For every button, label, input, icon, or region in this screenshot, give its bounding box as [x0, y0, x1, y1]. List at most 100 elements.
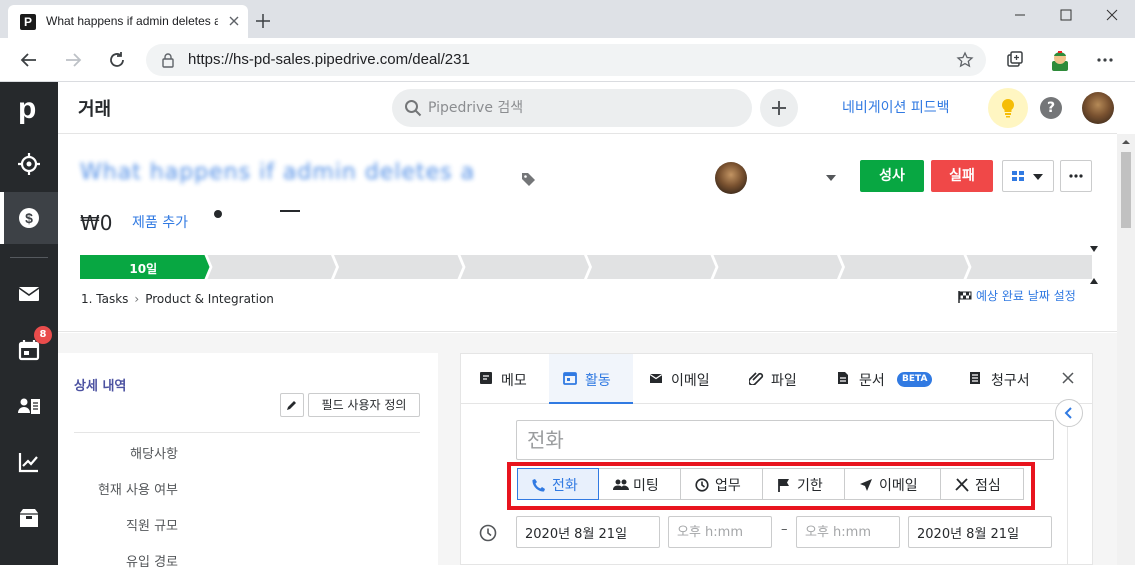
ellipsis-icon	[1069, 174, 1083, 178]
tab-email[interactable]: 이메일	[649, 354, 729, 404]
chevron-down-icon	[1033, 174, 1043, 180]
sidebar-item-products[interactable]	[0, 490, 58, 546]
global-search[interactable]	[392, 89, 752, 127]
people-icon	[613, 479, 629, 490]
pipedrive-logo[interactable]: p	[18, 92, 36, 126]
close-icon[interactable]	[1062, 372, 1074, 384]
back-arrow-icon[interactable]	[18, 49, 40, 71]
maximize-window-icon[interactable]	[1043, 0, 1089, 30]
send-icon	[860, 479, 872, 491]
tips-button[interactable]	[988, 88, 1028, 128]
scroll-up-arrow-icon[interactable]	[1117, 134, 1135, 150]
tab-label: 메모	[501, 373, 527, 389]
stage-name[interactable]: Product & Integration	[145, 292, 274, 306]
stage-duration-label: 10일	[129, 262, 158, 276]
reload-icon[interactable]	[106, 49, 128, 71]
pipeline-stage[interactable]	[334, 255, 463, 279]
lock-icon[interactable]	[160, 52, 176, 68]
deal-owner-avatar[interactable]	[715, 162, 747, 194]
address-bar[interactable]: https://hs-pd-sales.pipedrive.com/deal/2…	[146, 44, 986, 76]
pipeline-stage[interactable]	[966, 255, 1093, 279]
activity-type-group: 전화 미팅 업무 기한 이메일 점심	[517, 468, 1025, 500]
end-date-input[interactable]	[908, 516, 1052, 548]
organization-icon[interactable]	[280, 210, 300, 215]
type-email-button[interactable]: 이메일	[844, 468, 941, 500]
tag-icon[interactable]	[520, 171, 536, 187]
sidebar-item-mail[interactable]	[0, 266, 58, 322]
mail-icon	[18, 287, 40, 301]
scrollbar-thumb[interactable]	[1121, 152, 1131, 228]
pipeline-stage[interactable]	[460, 255, 590, 279]
navigation-feedback-link[interactable]: 네비게이션 피드백	[842, 97, 950, 117]
start-time-input[interactable]	[668, 516, 772, 548]
close-tab-icon[interactable]	[226, 13, 242, 29]
pipeline-name[interactable]: 1. Tasks	[81, 292, 128, 306]
scroll-up-small-icon[interactable]	[1090, 246, 1098, 252]
clock-icon	[695, 478, 709, 492]
view-switch-button[interactable]	[1002, 160, 1054, 192]
deal-body: 상세 내역 필드 사용자 정의 해당사항 현재 사용 여부 직원 규모 유입 경…	[58, 333, 1117, 570]
scroll-down-small-icon[interactable]	[1090, 278, 1098, 284]
sidebar-item-leads[interactable]	[0, 136, 58, 192]
won-button[interactable]: 성사	[860, 160, 924, 192]
tab-invoices[interactable]: 청구서	[969, 354, 1049, 404]
pipeline-stage[interactable]	[587, 255, 716, 279]
quick-add-button[interactable]	[760, 89, 798, 127]
lost-button[interactable]: 실패	[931, 160, 993, 192]
activity-form: 전화 미팅 업무 기한 이메일	[461, 404, 1068, 564]
collections-icon[interactable]	[1004, 49, 1026, 71]
details-title[interactable]: 상세 내역	[74, 375, 126, 394]
close-window-icon[interactable]	[1089, 0, 1135, 30]
user-avatar[interactable]	[1082, 92, 1114, 124]
add-products-link[interactable]: 제품 추가	[132, 212, 188, 232]
browser-tab[interactable]: P What happens if admin deletes a	[8, 5, 248, 38]
forward-arrow-icon[interactable]	[62, 49, 84, 71]
edit-details-button[interactable]	[280, 393, 304, 417]
activity-subject-input[interactable]	[516, 420, 1054, 460]
new-tab-icon[interactable]	[254, 12, 272, 30]
activity-count-badge: 8	[34, 326, 52, 344]
type-call-button[interactable]: 전화	[517, 468, 599, 500]
pipeline-stage[interactable]	[713, 255, 843, 279]
customize-fields-button[interactable]: 필드 사용자 정의	[308, 393, 420, 417]
invoice-icon	[970, 372, 980, 384]
more-actions-button[interactable]	[1060, 160, 1092, 192]
type-lunch-button[interactable]: 점심	[940, 468, 1024, 500]
type-task-button[interactable]: 업무	[680, 468, 763, 500]
tab-notes[interactable]: 메모	[479, 354, 541, 404]
page-title: 거래	[78, 99, 112, 120]
deal-title[interactable]: What happens if admin deletes a	[80, 160, 475, 185]
type-meeting-button[interactable]: 미팅	[598, 468, 681, 500]
profile-avatar-icon[interactable]	[1048, 48, 1072, 72]
person-icon[interactable]	[214, 210, 222, 218]
tab-files[interactable]: 파일	[749, 354, 819, 404]
search-input[interactable]	[428, 97, 728, 119]
pipeline-stage-bar	[80, 255, 1092, 279]
type-deadline-button[interactable]: 기한	[762, 468, 845, 500]
bookmark-star-icon[interactable]	[956, 51, 974, 69]
deal-value[interactable]: ₩0	[80, 211, 113, 235]
help-button[interactable]: ?	[1040, 97, 1062, 119]
collapse-panel-button[interactable]	[1055, 399, 1083, 427]
sidebar-item-insights[interactable]	[0, 434, 58, 490]
clock-icon	[479, 524, 497, 542]
pipeline-stages: 10일	[80, 255, 1092, 279]
dollar-icon: $	[19, 208, 39, 228]
flag-icon	[778, 479, 789, 492]
box-icon	[20, 509, 38, 527]
chevron-down-icon[interactable]	[826, 175, 836, 181]
sidebar-item-deals[interactable]: $	[0, 190, 58, 246]
more-options-icon[interactable]	[1094, 49, 1116, 71]
tab-activity[interactable]: 활동	[549, 354, 633, 404]
tab-label: 문서	[859, 373, 885, 389]
pipeline-stage[interactable]	[207, 255, 337, 279]
start-date-input[interactable]	[516, 516, 660, 548]
expected-close-date-link[interactable]: 예상 완료 날짜 설정	[958, 287, 1076, 304]
sidebar-item-contacts[interactable]	[0, 378, 58, 434]
chart-trend-icon	[18, 453, 38, 473]
end-time-input[interactable]	[796, 516, 900, 548]
document-icon	[838, 372, 848, 384]
tab-documents[interactable]: 문서 BETA	[837, 354, 947, 404]
pipeline-stage[interactable]	[840, 255, 969, 279]
minimize-window-icon[interactable]	[997, 0, 1043, 30]
